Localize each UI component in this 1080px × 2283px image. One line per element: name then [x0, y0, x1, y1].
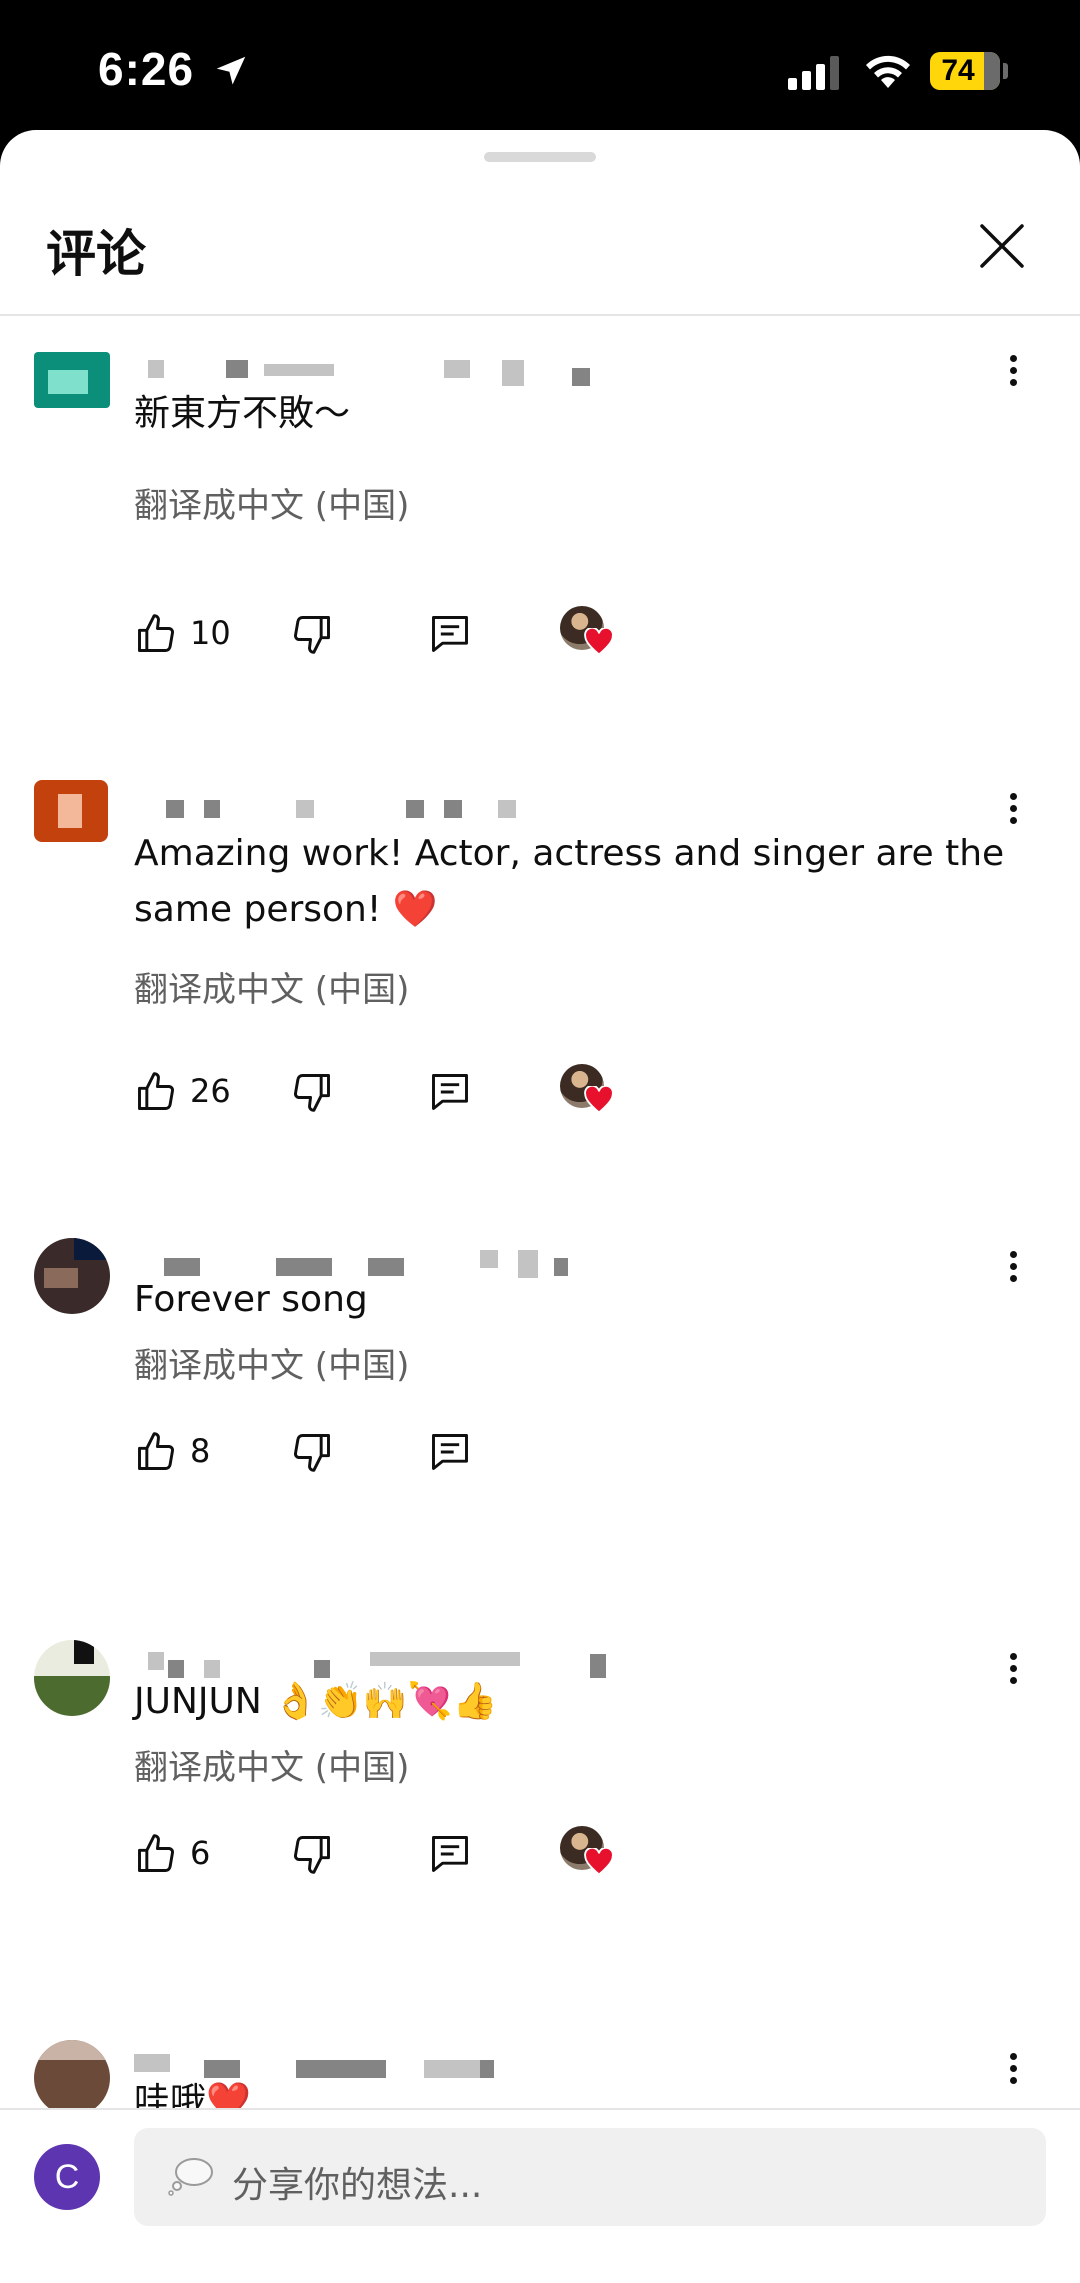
- comment-actions: 8: [134, 1424, 734, 1484]
- translate-link[interactable]: 翻译成中文 (中国): [134, 1338, 409, 1387]
- wifi-icon: [866, 55, 910, 88]
- comment-input[interactable]: 分享你的想法...: [134, 2128, 1046, 2226]
- reply-icon[interactable]: [428, 1832, 472, 1876]
- like-count: 10: [190, 614, 231, 652]
- heart-icon: [584, 1086, 614, 1114]
- thumb-up-icon[interactable]: [134, 612, 178, 656]
- like-count: 26: [190, 1072, 231, 1110]
- creator-heart-badge: [560, 1826, 616, 1882]
- comment-actions: 26: [134, 1064, 734, 1124]
- comment-text: 新東方不敗～: [134, 393, 351, 434]
- thumb-up-icon[interactable]: [134, 1832, 178, 1876]
- heart-icon: [584, 1848, 614, 1876]
- battery-indicator: 74: [930, 52, 1000, 90]
- like-count: 8: [190, 1432, 211, 1470]
- avatar[interactable]: [34, 780, 108, 842]
- sheet-grabber[interactable]: [484, 152, 596, 162]
- comment-item: Forever song 翻译成中文 (中国) 8: [0, 1228, 1080, 1648]
- creator-heart-badge: [560, 606, 616, 662]
- location-arrow-icon: [216, 56, 246, 85]
- cellular-signal-icon: [788, 56, 839, 90]
- user-avatar[interactable]: C: [34, 2144, 100, 2210]
- thought-bubble-icon: [168, 2158, 213, 2196]
- thumb-down-icon[interactable]: [290, 1070, 334, 1114]
- author-meta[interactable]: [134, 792, 634, 822]
- comment-text: JUNJUN 👌👏🙌💘👍: [134, 1681, 498, 1722]
- status-bar: 6:26 74: [0, 0, 1080, 135]
- sheet-title: 评论: [46, 225, 146, 283]
- comment-text: Amazing work! Actor, actress and singer …: [134, 833, 1005, 930]
- avatar[interactable]: [34, 1238, 110, 1314]
- comments-sheet: 评论 新東方不敗～ 翻译成中文 (中国) 10 Amazing work! Ac…: [0, 130, 1080, 2283]
- comment-composer: C 分享你的想法...: [0, 2108, 1080, 2283]
- status-time: 6:26: [98, 43, 195, 95]
- battery-tip: [1003, 63, 1008, 79]
- like-count: 6: [190, 1834, 211, 1872]
- comment-item: 新東方不敗～ 翻译成中文 (中国) 10: [0, 330, 1080, 800]
- thumb-down-icon[interactable]: [290, 612, 334, 656]
- comment-text: Forever song: [134, 1279, 368, 1320]
- battery-level: 74: [941, 54, 975, 87]
- avatar[interactable]: [34, 2040, 110, 2116]
- header-divider: [0, 314, 1080, 316]
- comment-item: Amazing work! Actor, actress and singer …: [0, 770, 1080, 1250]
- comment-actions: 6: [134, 1826, 734, 1886]
- author-meta[interactable]: [134, 352, 634, 386]
- heart-icon: [584, 628, 614, 656]
- reply-icon[interactable]: [428, 612, 472, 656]
- translate-link[interactable]: 翻译成中文 (中国): [134, 1740, 409, 1789]
- thumb-up-icon[interactable]: [134, 1430, 178, 1474]
- reply-icon[interactable]: [428, 1430, 472, 1474]
- avatar[interactable]: [34, 1640, 110, 1716]
- comment-placeholder: 分享你的想法...: [232, 2165, 483, 2206]
- close-icon[interactable]: [976, 220, 1028, 272]
- thumb-down-icon[interactable]: [290, 1832, 334, 1876]
- translate-link[interactable]: 翻译成中文 (中国): [134, 962, 409, 1011]
- comment-actions: 10: [134, 606, 734, 666]
- thumb-down-icon[interactable]: [290, 1430, 334, 1474]
- reply-icon[interactable]: [428, 1070, 472, 1114]
- thumb-up-icon[interactable]: [134, 1070, 178, 1114]
- comment-item: JUNJUN 👌👏🙌💘👍 翻译成中文 (中国) 6: [0, 1630, 1080, 2050]
- creator-heart-badge: [560, 1064, 616, 1120]
- translate-link[interactable]: 翻译成中文 (中国): [134, 478, 409, 527]
- avatar[interactable]: [34, 352, 110, 408]
